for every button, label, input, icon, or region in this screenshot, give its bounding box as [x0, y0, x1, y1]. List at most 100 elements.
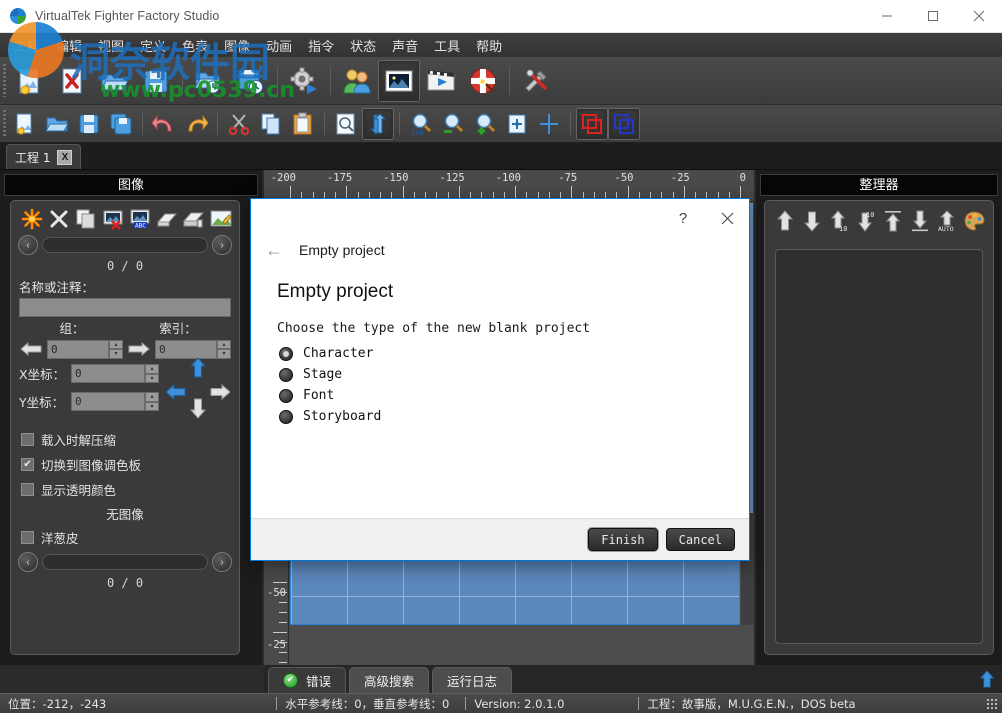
spin-down-icon[interactable]: ▾ [145, 374, 159, 384]
back-arrow-icon[interactable]: ← [265, 241, 283, 259]
x-value[interactable]: 0 [71, 364, 145, 383]
checkbox-switch-palette-box[interactable]: ✔ [21, 458, 34, 471]
new-project-icon[interactable] [9, 60, 51, 102]
nudge-left-icon[interactable] [165, 381, 187, 408]
image-icon[interactable] [378, 60, 420, 102]
nudge-down-icon[interactable] [187, 397, 209, 424]
checkbox-onion-skin[interactable]: 洋葱皮 [11, 525, 239, 550]
y-stepper[interactable]: 0 ▴▾ [71, 392, 159, 411]
move-down-10-icon[interactable]: 10 [853, 209, 879, 233]
zoom-fit-icon[interactable] [501, 108, 533, 140]
project-tab-1[interactable]: 工程 1 X [6, 144, 81, 169]
zoom-out-icon[interactable] [437, 108, 469, 140]
radio-option-stage[interactable]: Stage [279, 367, 723, 382]
cut-icon[interactable] [223, 108, 255, 140]
move-down-icon[interactable] [799, 209, 825, 233]
cancel-button[interactable]: Cancel [666, 528, 735, 551]
menu-item-help[interactable]: 帮助 [468, 34, 510, 57]
tab-advanced-search[interactable]: 高级搜索 [349, 667, 429, 693]
characters-icon[interactable] [336, 60, 378, 102]
redo-icon[interactable] [180, 108, 212, 140]
group-stepper[interactable]: 0 ▴▾ [47, 340, 123, 359]
open-file-icon[interactable] [41, 108, 73, 140]
zoom-in-icon[interactable] [469, 108, 501, 140]
move-up-icon[interactable] [772, 209, 798, 233]
copy-sprite-icon[interactable] [73, 207, 98, 231]
group-value[interactable]: 0 [47, 340, 109, 359]
checkbox-switch-palette[interactable]: ✔ 切换到图像调色板 [11, 452, 239, 477]
index-spin-buttons[interactable]: ▴▾ [217, 340, 231, 359]
auto-sort-icon[interactable]: AUTO [934, 209, 960, 233]
minimize-button[interactable] [864, 0, 910, 33]
sprite-abc-icon[interactable]: ABC [127, 207, 152, 231]
tab-errors[interactable]: ✔ 错误 [268, 667, 346, 693]
open-project-icon[interactable] [93, 60, 135, 102]
add-sprite-icon[interactable] [19, 207, 44, 231]
swap-icon[interactable] [362, 108, 394, 140]
copy-icon[interactable] [255, 108, 287, 140]
sprite-slider[interactable] [42, 237, 208, 253]
close-button[interactable] [956, 0, 1002, 33]
onion-prev-button[interactable]: ‹ [18, 552, 38, 572]
save-all-icon[interactable] [105, 108, 137, 140]
radio-character-button[interactable] [279, 347, 293, 361]
group-spin-buttons[interactable]: ▴▾ [109, 340, 123, 359]
toolbar-grip[interactable] [0, 105, 9, 142]
radio-stage-button[interactable] [279, 368, 293, 382]
dialog-help-button[interactable]: ? [661, 202, 705, 234]
zoom-100-icon[interactable]: 100 [405, 108, 437, 140]
dialog-close-button[interactable] [705, 202, 749, 234]
overlay-blue-icon[interactable] [608, 108, 640, 140]
menu-item-palette[interactable]: 色表 [174, 34, 216, 57]
menu-item-state[interactable]: 状态 [342, 34, 384, 57]
save-recent-icon[interactable] [230, 60, 272, 102]
radio-option-character[interactable]: Character [279, 346, 723, 361]
onion-slider[interactable] [42, 554, 208, 570]
radio-font-button[interactable] [279, 389, 293, 403]
checkbox-show-transparent[interactable]: 显示透明颜色 [11, 477, 239, 502]
prev-sprite-button[interactable]: ‹ [18, 235, 38, 255]
group-prev-arrow-icon[interactable] [19, 339, 43, 359]
nudge-right-icon[interactable] [209, 381, 231, 408]
paste-icon[interactable] [287, 108, 319, 140]
index-next-arrow-icon[interactable] [127, 339, 151, 359]
edit-image-icon[interactable] [208, 207, 233, 231]
name-input[interactable] [19, 298, 231, 317]
export-sprite-icon[interactable] [154, 207, 179, 231]
y-value[interactable]: 0 [71, 392, 145, 411]
resize-grip-icon[interactable] [986, 698, 998, 710]
save-file-icon[interactable] [73, 108, 105, 140]
arrow-up-icon[interactable] [978, 670, 996, 693]
save-project-icon[interactable] [135, 60, 177, 102]
delete-sprite-icon[interactable] [46, 207, 71, 231]
spin-down-icon[interactable]: ▾ [109, 349, 123, 359]
menu-item-sound[interactable]: 声音 [384, 34, 426, 57]
finish-button[interactable]: Finish [588, 528, 657, 551]
checkbox-decompress[interactable]: 载入时解压缩 [11, 427, 239, 452]
overlay-red-icon[interactable] [576, 108, 608, 140]
menu-item-tools[interactable]: 工具 [426, 34, 468, 57]
animation-icon[interactable] [420, 60, 462, 102]
new-file-icon[interactable] [9, 108, 41, 140]
checkbox-show-transparent-box[interactable] [21, 483, 34, 496]
index-stepper[interactable]: 0 ▴▾ [155, 340, 231, 359]
tools-icon[interactable] [515, 60, 557, 102]
move-up-10-icon[interactable]: 10 [826, 209, 852, 233]
undo-icon[interactable] [148, 108, 180, 140]
menu-item-animation[interactable]: 动画 [258, 34, 300, 57]
replace-sprite-icon[interactable] [100, 207, 125, 231]
y-spin-buttons[interactable]: ▴▾ [145, 392, 159, 411]
close-project-icon[interactable] [51, 60, 93, 102]
move-top-icon[interactable] [880, 209, 906, 233]
preview-icon[interactable] [330, 108, 362, 140]
menu-item-command[interactable]: 指令 [300, 34, 342, 57]
spin-up-icon[interactable]: ▴ [145, 392, 159, 402]
import-sprite-icon[interactable] [181, 207, 206, 231]
spin-down-icon[interactable]: ▾ [145, 402, 159, 412]
settings-run-icon[interactable] [283, 60, 325, 102]
open-recent-icon[interactable] [188, 60, 230, 102]
menu-item-project[interactable]: 工程 [6, 34, 48, 57]
onion-next-button[interactable]: › [212, 552, 232, 572]
menu-item-view[interactable]: 视图 [90, 34, 132, 57]
organizer-list[interactable] [775, 249, 983, 644]
